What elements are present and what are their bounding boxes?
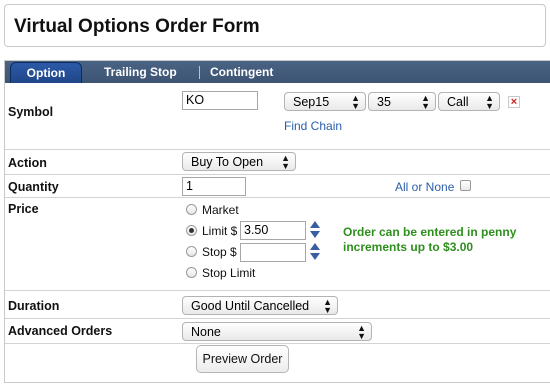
select-arrows-icon: ▲ ▼ — [323, 297, 332, 315]
expiration-value: Sep15 — [293, 95, 330, 109]
limit-label: Limit $ — [202, 224, 238, 238]
market-label: Market — [202, 203, 239, 217]
symbol-row: Symbol KO Sep15 ▲ ▼ 35 ▲ ▼ Call ▲ ▼ × Find … — [5, 83, 550, 150]
action-select[interactable]: Buy To Open ▲ ▼ — [182, 152, 296, 171]
close-icon[interactable]: × — [508, 96, 520, 108]
tab-bar: Option Trailing Stop Contingent — [5, 61, 550, 83]
tab-trailing-stop[interactable]: Trailing Stop — [104, 61, 177, 83]
action-value: Buy To Open — [191, 155, 264, 169]
stepper-up-icon[interactable] — [310, 221, 320, 228]
duration-value: Good Until Cancelled — [191, 299, 310, 313]
all-or-none-checkbox[interactable] — [460, 180, 471, 191]
advanced-orders-row: Advanced Orders None ▲ ▼ — [5, 319, 550, 344]
page-title: Virtual Options Order Form — [14, 16, 260, 37]
select-arrows-icon: ▲ ▼ — [351, 93, 360, 111]
limit-radio[interactable] — [186, 225, 197, 236]
market-radio[interactable] — [186, 204, 197, 215]
order-form: Option Trailing Stop Contingent Symbol K… — [4, 60, 550, 383]
tab-contingent[interactable]: Contingent — [210, 61, 273, 83]
tab-divider — [199, 66, 200, 79]
quantity-label: Quantity — [8, 180, 59, 194]
strike-select[interactable]: 35 ▲ ▼ — [368, 92, 436, 111]
select-arrows-icon: ▲ ▼ — [357, 323, 366, 341]
stop-limit-radio[interactable] — [186, 267, 197, 278]
select-arrows-icon: ▲ ▼ — [281, 153, 290, 171]
preview-order-button[interactable]: Preview Order — [196, 345, 289, 373]
advanced-orders-label: Advanced Orders — [8, 324, 113, 338]
action-label: Action — [8, 156, 47, 170]
quantity-row: Quantity 1 All or None — [5, 175, 550, 198]
stop-stepper[interactable] — [310, 243, 320, 261]
duration-row: Duration Good Until Cancelled ▲ ▼ — [5, 291, 550, 319]
tab-option[interactable]: Option — [10, 62, 82, 83]
expiration-select[interactable]: Sep15 ▲ ▼ — [284, 92, 366, 111]
stepper-down-icon[interactable] — [310, 231, 320, 238]
stop-limit-label: Stop Limit — [202, 266, 256, 280]
stop-price-input[interactable] — [240, 243, 306, 262]
all-or-none-label: All or None — [395, 180, 455, 194]
quantity-input[interactable]: 1 — [182, 177, 246, 196]
select-arrows-icon: ▲ ▼ — [485, 93, 494, 111]
symbol-label: Symbol — [8, 105, 54, 119]
duration-select[interactable]: Good Until Cancelled ▲ ▼ — [182, 296, 338, 315]
price-row: Price Market Limit $ 3.50 Stop $ Stop Li… — [5, 198, 550, 291]
option-type-select[interactable]: Call ▲ ▼ — [438, 92, 500, 111]
duration-label: Duration — [8, 299, 60, 313]
price-note: Order can be entered in penny increments… — [343, 225, 517, 254]
stop-radio[interactable] — [186, 246, 197, 257]
stepper-up-icon[interactable] — [310, 243, 320, 250]
advanced-orders-select[interactable]: None ▲ ▼ — [182, 322, 372, 341]
action-row: Action Buy To Open ▲ ▼ — [5, 150, 550, 175]
advanced-orders-value: None — [191, 325, 221, 339]
find-chain-link[interactable]: Find Chain — [284, 119, 342, 133]
price-label: Price — [8, 202, 39, 216]
strike-value: 35 — [377, 95, 391, 109]
select-arrows-icon: ▲ ▼ — [421, 93, 430, 111]
stop-label: Stop $ — [202, 245, 237, 259]
title-panel: Virtual Options Order Form — [4, 4, 546, 47]
limit-price-input[interactable]: 3.50 — [240, 221, 306, 240]
stepper-down-icon[interactable] — [310, 253, 320, 260]
limit-stepper[interactable] — [310, 221, 320, 239]
symbol-input[interactable]: KO — [182, 91, 258, 110]
option-type-value: Call — [447, 95, 469, 109]
